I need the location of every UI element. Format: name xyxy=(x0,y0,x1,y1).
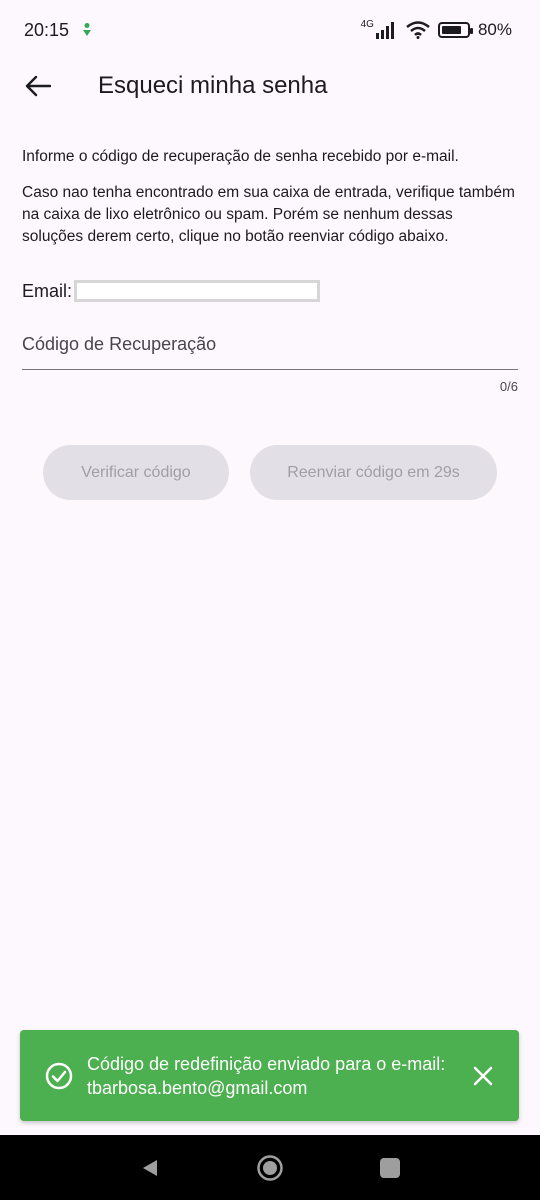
recovery-code-field[interactable] xyxy=(22,320,518,370)
app-bar: Esqueci minha senha xyxy=(0,60,540,112)
square-recents-icon xyxy=(380,1157,400,1178)
status-right: 4G 80% xyxy=(360,18,512,40)
back-button[interactable] xyxy=(18,66,58,106)
notification-icon xyxy=(83,23,92,36)
triangle-back-icon xyxy=(143,1159,157,1176)
instruction-text: Informe o código de recuperação de senha… xyxy=(22,148,459,165)
action-buttons: Verificar código Reenviar código em 29s xyxy=(43,445,497,500)
snackbar-close-button[interactable] xyxy=(468,1061,498,1091)
email-value xyxy=(74,280,321,302)
battery-icon xyxy=(437,22,473,38)
nav-recents-button[interactable] xyxy=(375,1153,405,1183)
help-text: Caso nao tenha encontrado em sua caixa d… xyxy=(22,184,515,245)
page-title: Esqueci minha senha xyxy=(98,72,328,99)
nav-home-button[interactable] xyxy=(255,1153,285,1183)
circle-home-icon xyxy=(257,1154,283,1181)
verify-code-button[interactable]: Verificar código xyxy=(43,445,229,500)
system-nav-bar xyxy=(0,1135,540,1200)
snackbar-message: Código de redefinição enviado para o e-m… xyxy=(87,1053,446,1098)
status-bar: 20:15 4G 80% xyxy=(0,0,540,60)
nav-back-button[interactable] xyxy=(135,1153,165,1183)
email-label: Email: xyxy=(22,280,73,301)
network-type: 4G xyxy=(360,18,374,30)
battery-percent: 80% xyxy=(477,20,512,39)
email-row: Email: xyxy=(22,278,518,304)
status-time: 20:15 xyxy=(24,19,70,40)
main-content: Informe o código de recuperação de senha… xyxy=(22,146,518,394)
recovery-code-input[interactable] xyxy=(22,320,518,369)
check-circle-icon xyxy=(45,1062,73,1089)
status-left: 20:15 xyxy=(24,20,93,41)
wifi-icon xyxy=(406,21,430,39)
signal-icon xyxy=(375,22,394,39)
resend-code-button[interactable]: Reenviar código em 29s xyxy=(250,445,497,500)
close-icon xyxy=(473,1066,493,1085)
arrow-left-icon xyxy=(25,75,51,97)
success-snackbar: Código de redefinição enviado para o e-m… xyxy=(20,1030,519,1121)
char-counter: 0/6 xyxy=(499,379,518,394)
